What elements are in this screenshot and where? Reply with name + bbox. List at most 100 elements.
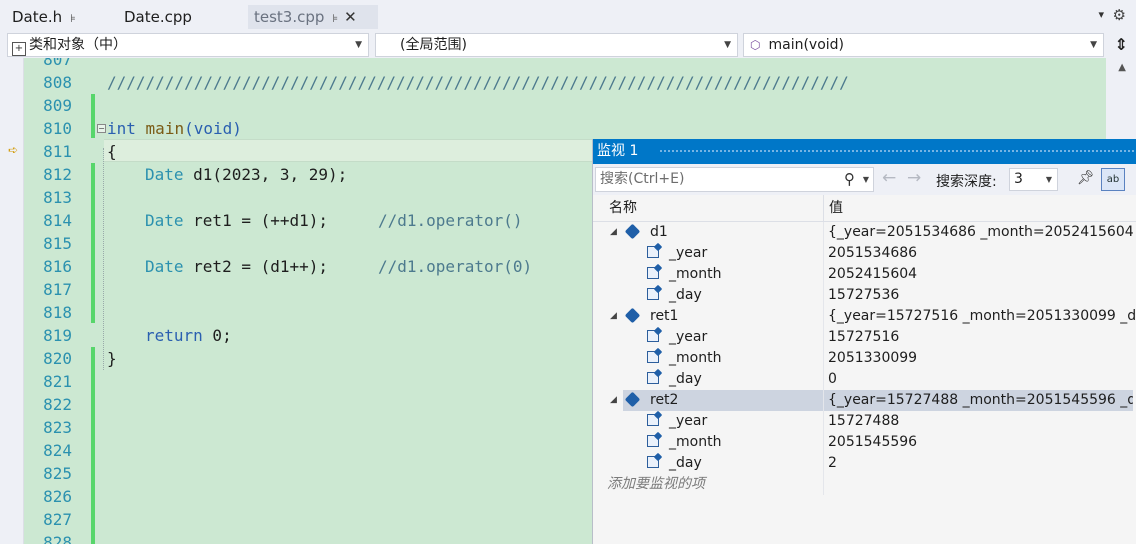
scope-dropdown[interactable]: (全局范围) ▼ xyxy=(375,33,738,57)
watch-item-name: _month xyxy=(647,264,721,285)
watch-item-value[interactable]: 15727488 xyxy=(828,411,1136,432)
column-divider xyxy=(823,306,824,327)
watch-row-ret2[interactable]: ◢ ret2 {_year=15727488 _month=2051545596… xyxy=(593,390,1136,411)
tab-date-cpp[interactable]: Date.cpp xyxy=(112,5,204,29)
code-line-820[interactable]: } xyxy=(107,347,117,370)
code-line-816[interactable]: Date ret2 = (d1++); xyxy=(145,255,328,278)
code-comment[interactable]: //d1.operator() xyxy=(378,209,523,232)
change-marker xyxy=(91,163,95,323)
watch-item-value[interactable]: 2051534686 xyxy=(828,243,1136,264)
pin-icon[interactable]: ⊧ xyxy=(332,12,338,25)
watch-row-field[interactable]: _month 2052415604 xyxy=(593,264,1136,285)
watch-row-field[interactable]: _day 0 xyxy=(593,369,1136,390)
parameter-list: (void) xyxy=(184,119,242,138)
watch-item-name: _day xyxy=(647,369,702,390)
arrow-left-icon[interactable]: ← xyxy=(882,168,896,188)
watch-item-value[interactable]: {_year=15727516 _month=2051330099 _day=0… xyxy=(828,306,1136,327)
watch-item-name: _year xyxy=(647,327,707,348)
watch-item-value[interactable]: 2052415604 xyxy=(828,264,1136,285)
function-name: main xyxy=(145,119,185,138)
line-number: 824 xyxy=(43,441,72,460)
watch-row-field[interactable]: _month 2051545596 xyxy=(593,432,1136,453)
column-divider xyxy=(823,243,824,264)
field-icon xyxy=(647,246,659,258)
watch-name-text: _day xyxy=(669,371,702,387)
column-divider xyxy=(823,264,824,285)
project-dropdown[interactable]: + 类和对象（中） ▼ xyxy=(7,33,369,57)
change-marker xyxy=(91,94,95,138)
watch-name-text: _day xyxy=(669,455,702,471)
watch-item-value[interactable]: {_year=2051534686 _month=2052415604 _day… xyxy=(828,222,1136,243)
code-comment[interactable]: //d1.operator(0) xyxy=(378,255,532,278)
watch-row-ret1[interactable]: ◢ ret1 {_year=15727516 _month=2051330099… xyxy=(593,306,1136,327)
watch-item-value[interactable]: 2051330099 xyxy=(828,348,1136,369)
watch-row-field[interactable]: _year 2051534686 xyxy=(593,243,1136,264)
watch-row-field[interactable]: _month 2051330099 xyxy=(593,348,1136,369)
line-number: 823 xyxy=(43,418,72,437)
watch-item-value[interactable]: 2 xyxy=(828,453,1136,474)
collapse-triangle-icon[interactable]: ◢ xyxy=(610,390,617,411)
watch-item-value[interactable]: 15727536 xyxy=(828,285,1136,306)
chevron-down-icon: ▼ xyxy=(355,40,362,50)
column-value[interactable]: 值 xyxy=(829,195,843,222)
watch-item-name: d1 xyxy=(624,222,668,243)
indicator-margin[interactable] xyxy=(0,58,24,544)
object-icon xyxy=(624,223,641,240)
watch-item-value[interactable]: 0 xyxy=(828,369,1136,390)
collapse-triangle-icon[interactable]: ◢ xyxy=(610,222,617,243)
pin-icon[interactable]: ⊧ xyxy=(70,12,76,25)
gear-icon[interactable]: ⚙ xyxy=(1113,6,1126,24)
pin-filter-icon[interactable]: 📌︎ xyxy=(1077,170,1095,186)
watch-item-name: ret1 xyxy=(624,306,678,327)
chevron-down-icon: ▼ xyxy=(1090,40,1097,50)
watch-item-value[interactable]: 15727516 xyxy=(828,327,1136,348)
watch-item-value[interactable]: 2051545596 xyxy=(828,432,1136,453)
split-editor-icon[interactable]: ⇕ xyxy=(1115,35,1128,54)
watch-row-field[interactable]: _year 15727516 xyxy=(593,327,1136,348)
collapse-icon[interactable]: − xyxy=(97,124,106,133)
watch-title-bar[interactable]: 监视 1 xyxy=(593,139,1136,164)
search-input[interactable]: 搜索(Ctrl+E) ⚲ ▼ xyxy=(595,167,874,192)
chevron-down-icon[interactable]: ▼ xyxy=(863,168,869,191)
line-number: 807 xyxy=(43,58,72,69)
member-dropdown[interactable]: ⬡ main(void) ▼ xyxy=(743,33,1104,57)
watch-item-value[interactable]: {_year=15727488 _month=2051545596 _day=2… xyxy=(824,390,1133,411)
line-number: 827 xyxy=(43,510,72,529)
search-icon[interactable]: ⚲ xyxy=(844,168,855,191)
code-line-812[interactable]: Date d1(2023, 3, 29); xyxy=(145,163,347,186)
line-number: 810 xyxy=(43,119,72,138)
code-line-819[interactable]: return 0; xyxy=(145,324,232,347)
line-number: 815 xyxy=(43,234,72,253)
column-name[interactable]: 名称 xyxy=(609,195,637,222)
code-line-808[interactable]: ////////////////////////////////////////… xyxy=(107,71,849,94)
code-line-814[interactable]: Date ret1 = (++d1); xyxy=(145,209,328,232)
project-icon: + xyxy=(12,42,26,56)
watch-name-text: _month xyxy=(669,350,722,366)
column-divider[interactable] xyxy=(823,195,824,222)
watch-row-d1[interactable]: ◢ d1 {_year=2051534686 _month=2052415604… xyxy=(593,222,1136,243)
watch-row-field[interactable]: _day 2 xyxy=(593,453,1136,474)
collapse-triangle-icon[interactable]: ◢ xyxy=(610,306,617,327)
method-icon: ⬡ xyxy=(750,38,761,52)
search-depth-select[interactable]: 3 ▼ xyxy=(1009,168,1058,191)
statement-text: ret1 = (++d1); xyxy=(183,211,329,230)
object-icon xyxy=(624,307,641,324)
watch-title: 监视 1 xyxy=(597,143,639,159)
column-divider xyxy=(823,348,824,369)
search-placeholder: 搜索(Ctrl+E) xyxy=(600,171,685,187)
watch-column-header: 名称 值 xyxy=(593,195,1136,222)
scroll-up-icon[interactable]: ▲ xyxy=(1118,62,1126,73)
line-number: 811 xyxy=(43,142,72,161)
arrow-right-icon[interactable]: → xyxy=(907,168,921,188)
statement-text: ret2 = (d1++); xyxy=(183,257,329,276)
tab-date-h[interactable]: Date.h ⊧ xyxy=(0,5,88,29)
tab-test3-cpp[interactable]: test3.cpp ⊧ ✕ xyxy=(248,5,378,29)
close-icon[interactable]: ✕ xyxy=(344,8,357,26)
watch-row-field[interactable]: _day 15727536 xyxy=(593,285,1136,306)
code-line-811[interactable]: { xyxy=(107,140,117,163)
view-mode-icon[interactable]: ab xyxy=(1101,168,1125,191)
chevron-down-icon[interactable]: ▾ xyxy=(1098,8,1104,21)
code-line-810[interactable]: int main(void) xyxy=(107,117,242,140)
watch-row-field[interactable]: _year 15727488 xyxy=(593,411,1136,432)
add-watch-row[interactable]: 添加要监视的项 xyxy=(593,474,1136,495)
